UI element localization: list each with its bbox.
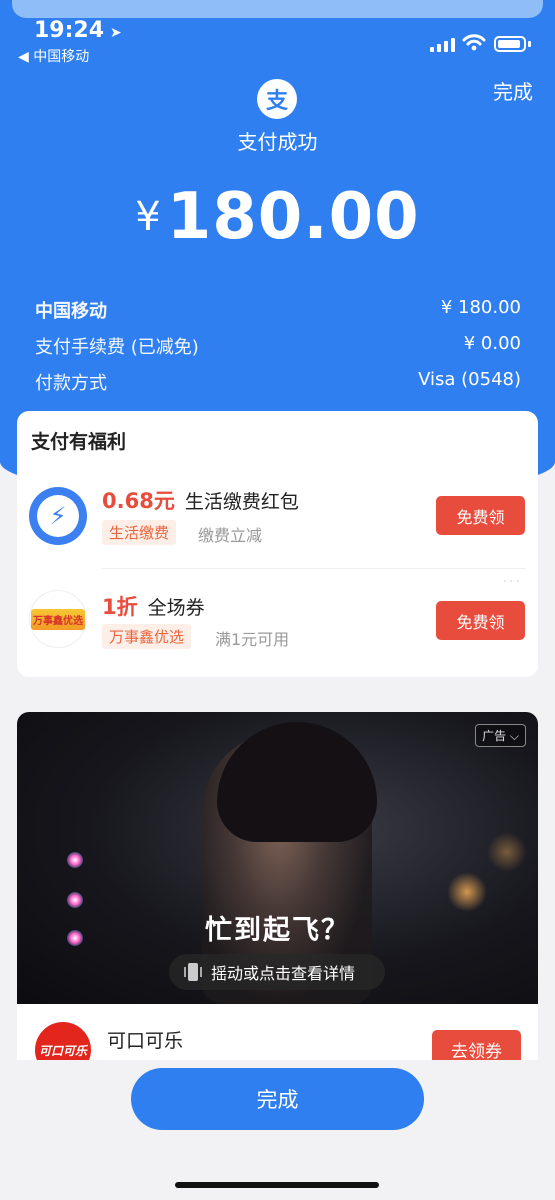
offer-price: 0.68元	[102, 489, 175, 513]
offer-subtext: 缴费立减	[198, 526, 263, 545]
payment-status-title: 支付成功	[237, 130, 318, 154]
ad-card[interactable]: 广告 ⌵ 忙到起飞？ 摇动或点击查看详情 可口可乐 可口可乐 来源可口可乐开启畅…	[17, 712, 538, 1072]
benefits-card: 支付有福利 ⚡ 0.68元 生活缴费红包 生活缴费 缴费立减 免费领 ··· 万事…	[17, 411, 538, 677]
signal-icon	[430, 36, 455, 52]
detail-value: ¥ 0.00	[463, 333, 521, 354]
detail-value: Visa (0548)	[418, 369, 521, 390]
offer-name: 全场券	[147, 597, 205, 619]
divider	[102, 568, 525, 569]
ad-brand-name: 可口可乐	[107, 1030, 184, 1052]
utility-logo: ⚡	[29, 487, 87, 545]
claim-button[interactable]: 免费领	[436, 496, 525, 535]
offer-name: 生活缴费红包	[184, 491, 299, 513]
home-indicator[interactable]	[175, 1182, 379, 1188]
offer-headline: 0.68元 生活缴费红包	[102, 485, 299, 515]
ad-light	[67, 892, 83, 908]
location-arrow-icon: ➤	[110, 25, 122, 41]
ad-image[interactable]: 广告 ⌵ 忙到起飞？ 摇动或点击查看详情	[17, 712, 538, 1004]
status-time: 19:24 ➤	[34, 18, 122, 43]
offer-tag: 生活缴费	[102, 520, 177, 545]
ad-bokeh	[447, 872, 487, 912]
benefits-title: 支付有福利	[31, 431, 127, 453]
ad-shake-text: 摇动或点击查看详情	[211, 964, 356, 983]
done-button[interactable]: 完成	[131, 1068, 424, 1130]
detail-label: 中国移动	[35, 301, 107, 322]
claim-button[interactable]: 免费领	[436, 601, 525, 640]
back-to-app-link[interactable]: ◀ 中国移动	[18, 46, 89, 66]
offer-tag: 万事鑫优选	[102, 624, 192, 649]
offer-subtext: 满1元可用	[215, 630, 290, 649]
ad-shake-button[interactable]: 摇动或点击查看详情	[169, 954, 385, 990]
ad-person-hair	[217, 722, 377, 842]
offer-price: 1折	[102, 595, 138, 619]
battery-icon	[494, 36, 526, 52]
offer-headline: 1折 全场券	[102, 591, 205, 621]
shake-phone-icon	[184, 963, 202, 981]
detail-row-payment-method: 付款方式 Visa (0548)	[35, 369, 521, 395]
detail-value: ¥ 180.00	[440, 297, 521, 318]
ad-headline: 忙到起飞？	[205, 915, 350, 946]
battery-tip	[528, 41, 531, 47]
wifi-icon	[462, 34, 486, 51]
offer-item-store[interactable]: 万事鑫优选 1折 全场券 万事鑫优选 满1元可用 免费领	[17, 576, 538, 676]
lightning-icon: ⚡	[37, 495, 79, 537]
offer-item-utility[interactable]: ⚡ 0.68元 生活缴费红包 生活缴费 缴费立减 免费领	[17, 471, 538, 571]
currency-symbol: ¥	[135, 194, 161, 240]
store-logo: 万事鑫优选	[29, 590, 87, 648]
alipay-logo-icon: 支	[257, 79, 297, 119]
done-link-top[interactable]: 完成	[493, 76, 533, 105]
ad-bokeh	[487, 832, 527, 872]
amount-value: 180.00	[166, 180, 420, 254]
detail-label: 付款方式	[35, 373, 107, 394]
detail-row-fee: 支付手续费 (已减免) ¥ 0.00	[35, 333, 521, 359]
store-logo-text: 万事鑫优选	[31, 608, 85, 630]
ad-label-dropdown[interactable]: 广告 ⌵	[475, 724, 526, 747]
payment-amount: ¥180.00	[0, 180, 555, 254]
status-bar: 19:24 ➤ ◀ 中国移动	[0, 10, 555, 65]
detail-row-merchant: 中国移动 ¥ 180.00	[35, 297, 521, 323]
ad-light	[67, 852, 83, 868]
detail-label: 支付手续费 (已减免)	[35, 337, 199, 358]
